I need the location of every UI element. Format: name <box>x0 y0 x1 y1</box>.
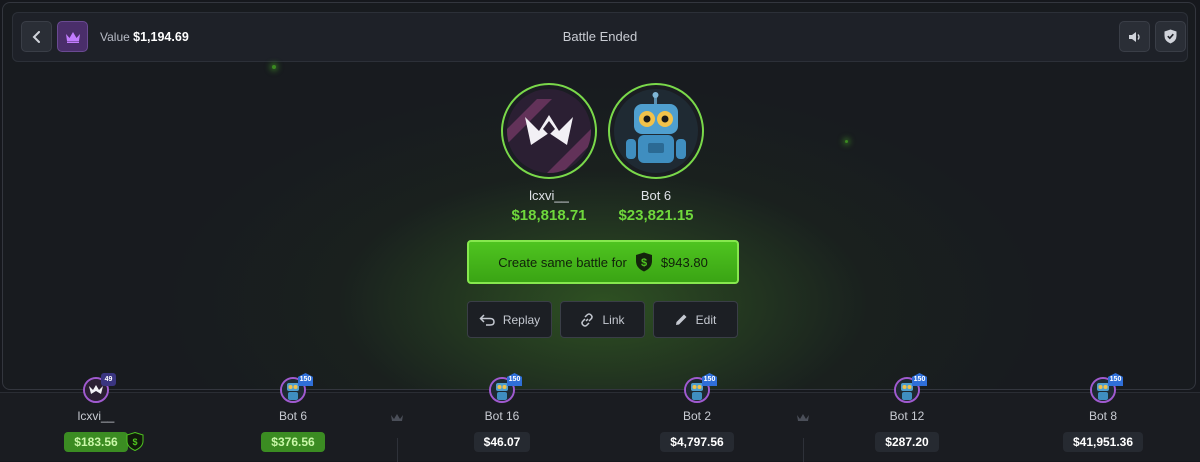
slot-name: Bot 8 <box>1088 409 1118 423</box>
link-label: Link <box>602 312 625 327</box>
slot-value: $41,951.36 <box>1062 432 1144 452</box>
player-name: lcxvi__ <box>529 188 569 203</box>
dollar-shield-icon: $ <box>635 252 653 272</box>
slot-value: $4,797.56 <box>660 432 734 452</box>
player-avatar <box>501 83 597 179</box>
link-button[interactable]: Link <box>560 301 645 338</box>
speaker-icon <box>1128 31 1140 42</box>
link-icon <box>581 312 594 327</box>
create-button-label: Create same battle for <box>498 254 627 270</box>
edit-label: Edit <box>695 312 717 327</box>
slot-column: 150 Bot 12 $287.20 <box>847 373 967 452</box>
slot-avatar: 150 <box>280 373 313 403</box>
dollar-shield-icon: $ <box>126 432 144 451</box>
player-card: lcxvi__ $18,818.71 <box>501 83 597 224</box>
shield-check-icon <box>1164 29 1177 44</box>
top-bar: Value $1,194.69 Battle Ended <box>12 12 1188 62</box>
slot-column: 49 lcxvi__ $183.56 $ <box>36 373 156 452</box>
slot-value: $376.56 <box>261 432 325 452</box>
create-same-battle-button[interactable]: Create same battle for $ $943.80 <box>467 240 739 284</box>
sound-button[interactable] <box>1119 21 1150 52</box>
svg-text:$: $ <box>132 437 137 447</box>
battle-slots-bar: 49 lcxvi__ $183.56 $ 150 Bot 6 $376.56 1… <box>0 373 1200 462</box>
player-total: $23,821.15 <box>618 207 694 224</box>
crown-icon <box>391 414 403 421</box>
crown-icon <box>797 414 809 421</box>
slot-column: 150 Bot 8 $41,951.36 <box>1043 373 1163 452</box>
replay-label: Replay <box>502 312 541 327</box>
slot-value: $287.20 <box>875 432 939 452</box>
team-divider <box>803 438 804 462</box>
fairness-button[interactable] <box>1155 21 1186 52</box>
slot-name: Bot 2 <box>682 409 712 423</box>
svg-text:$: $ <box>641 257 647 269</box>
slot-avatar: 150 <box>489 373 522 403</box>
slot-avatar: 150 <box>1090 373 1123 403</box>
create-button-price: $943.80 <box>660 254 708 270</box>
pencil-icon <box>675 314 687 325</box>
glow-spark <box>272 65 276 69</box>
battle-panel: Value $1,194.69 Battle Ended lcxvi__ $18… <box>2 2 1196 390</box>
slot-name: Bot 16 <box>484 409 520 423</box>
slot-column: 150 Bot 16 $46.07 <box>442 373 562 452</box>
undo-arrow-icon <box>479 313 495 326</box>
slot-value: $183.56 <box>64 432 128 452</box>
team-divider <box>397 438 398 462</box>
robot-avatar-icon <box>614 89 698 173</box>
slot-name: Bot 6 <box>278 409 308 423</box>
level-badge: 49 <box>101 373 116 386</box>
player-avatar <box>608 83 704 179</box>
logo-avatar-icon <box>507 89 591 173</box>
player-card: Bot 6 $23,821.15 <box>608 83 704 224</box>
slot-name: lcxvi__ <box>77 409 115 423</box>
edit-button[interactable]: Edit <box>653 301 738 338</box>
slot-column: 150 Bot 2 $4,797.56 <box>637 373 757 452</box>
page-title: Battle Ended <box>562 29 638 44</box>
replay-button[interactable]: Replay <box>467 301 552 338</box>
slot-value: $46.07 <box>473 432 531 452</box>
player-name: Bot 6 <box>640 188 672 203</box>
slot-column: 150 Bot 6 $376.56 <box>233 373 353 452</box>
slot-avatar: 150 <box>684 373 717 403</box>
glow-spark <box>845 140 848 143</box>
slot-name: Bot 12 <box>889 409 925 423</box>
slot-avatar: 49 <box>83 373 116 403</box>
slot-avatar: 150 <box>894 373 927 403</box>
